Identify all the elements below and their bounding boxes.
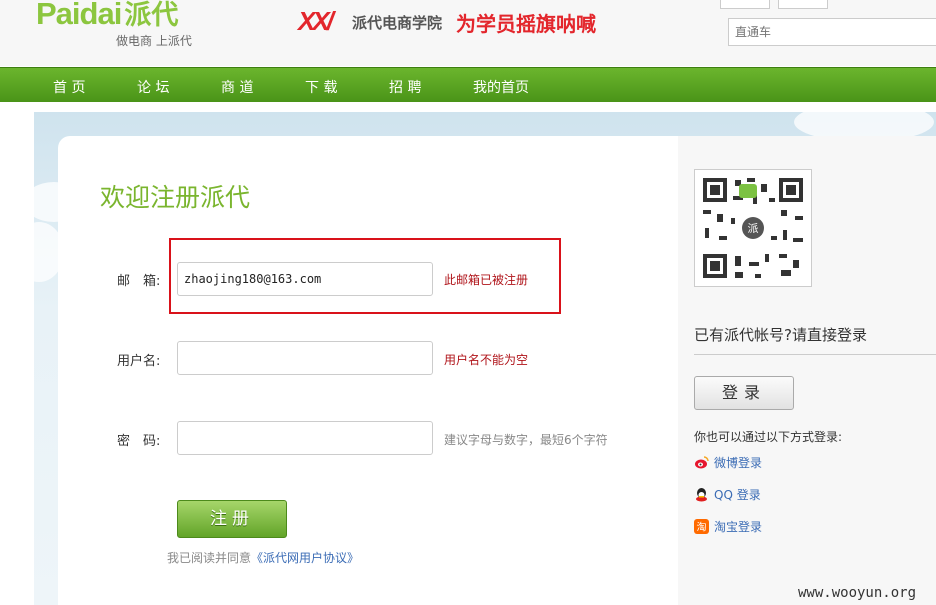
qr-code-icon: 派 — [695, 170, 811, 286]
site-header: Paidai 派代 做电商 上派代 XX/ 派代电商学院 为学员摇旗呐喊 — [0, 0, 936, 66]
top-tabs — [720, 0, 870, 9]
login-button[interactable]: 登录 — [694, 376, 794, 410]
email-label: 邮 箱: — [117, 274, 161, 289]
agreement-link[interactable]: 《派代网用户协议》 — [251, 551, 359, 565]
svg-text:派: 派 — [748, 222, 759, 235]
taobao-login-link[interactable]: 淘 淘宝登录 — [694, 518, 762, 535]
agreement-prefix: 我已阅读并同意 — [167, 551, 252, 565]
weibo-login-label: 微博登录 — [714, 456, 763, 470]
top-tab[interactable] — [720, 0, 770, 9]
academy-tagline[interactable]: 为学员摇旗呐喊 — [456, 8, 596, 37]
qq-login-label: QQ 登录 — [714, 488, 761, 502]
nav-home[interactable]: 首 页 — [53, 77, 85, 97]
qr-code: 派 — [694, 169, 812, 287]
page-title: 欢迎注册派代 — [100, 183, 251, 212]
username-error: 用户名不能为空 — [444, 353, 529, 367]
main-nav: 首 页 论 坛 商 道 下 载 招 聘 我的首页 — [0, 67, 936, 102]
divider — [694, 354, 936, 355]
password-field[interactable] — [177, 421, 433, 455]
site-logo[interactable]: Paidai 派代 — [36, 0, 178, 32]
taobao-login-label: 淘宝登录 — [714, 520, 763, 534]
top-tab[interactable] — [778, 0, 828, 9]
taobao-icon: 淘 — [694, 519, 709, 534]
logo-cn: 派代 — [124, 0, 179, 30]
alt-login-text: 你也可以通过以下方式登录: — [694, 430, 843, 444]
academy-name[interactable]: 派代电商学院 — [352, 12, 442, 33]
qq-icon — [694, 487, 709, 502]
weibo-login-link[interactable]: 微博登录 — [694, 454, 762, 471]
agreement-text: 我已阅读并同意《派代网用户协议》 — [167, 549, 359, 566]
qq-login-link[interactable]: QQ 登录 — [694, 486, 761, 503]
email-field[interactable] — [177, 262, 433, 296]
username-field[interactable] — [177, 341, 433, 375]
svg-text:淘: 淘 — [697, 521, 707, 534]
nav-jobs[interactable]: 招 聘 — [389, 77, 421, 97]
search-input[interactable] — [728, 18, 936, 46]
site-slogan: 做电商 上派代 — [116, 34, 192, 48]
academy-logo-mark[interactable]: XX/ — [298, 6, 334, 37]
password-label: 密 码: — [117, 434, 161, 449]
register-button[interactable]: 注册 — [177, 500, 287, 538]
nav-business[interactable]: 商 道 — [221, 77, 253, 97]
username-label: 用户名: — [117, 354, 161, 369]
login-question: 已有派代帐号?请直接登录 — [694, 326, 867, 344]
nav-download[interactable]: 下 载 — [305, 77, 337, 97]
nav-forum[interactable]: 论 坛 — [137, 77, 169, 97]
logo-latin: Paidai — [36, 0, 122, 31]
nav-my-home[interactable]: 我的首页 — [473, 77, 529, 97]
watermark: www.wooyun.org — [798, 585, 917, 601]
password-hint: 建议字母与数字，最短6个字符 — [444, 433, 608, 447]
weibo-icon — [694, 455, 709, 470]
email-error: 此邮箱已被注册 — [444, 273, 529, 287]
cloud-decoration — [14, 222, 64, 282]
